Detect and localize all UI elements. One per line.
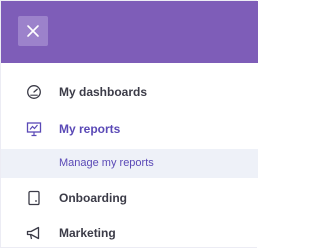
menu-item-my-reports[interactable]: My reports	[1, 112, 258, 146]
speedometer-icon	[27, 85, 41, 99]
menu-item-label: My dashboards	[59, 85, 148, 99]
menu-header	[1, 1, 258, 63]
close-icon	[27, 25, 39, 37]
menu-panel: My dashboards My reports Manage my repor…	[0, 0, 258, 250]
menu-item-label: Onboarding	[59, 191, 127, 205]
megaphone-icon	[26, 226, 40, 240]
device-icon	[28, 190, 40, 206]
submenu-item-label: Manage my reports	[59, 157, 154, 169]
menu-item-label: Marketing	[59, 226, 116, 240]
menu-item-marketing[interactable]: Marketing	[1, 216, 258, 250]
submenu-item-manage-my-reports[interactable]: Manage my reports	[1, 149, 258, 178]
presentation-chart-icon	[26, 122, 42, 137]
menu-item-my-dashboards[interactable]: My dashboards	[1, 75, 258, 109]
close-button[interactable]	[18, 16, 48, 46]
menu-item-onboarding[interactable]: Onboarding	[1, 181, 258, 215]
menu-item-label: My reports	[59, 122, 121, 136]
